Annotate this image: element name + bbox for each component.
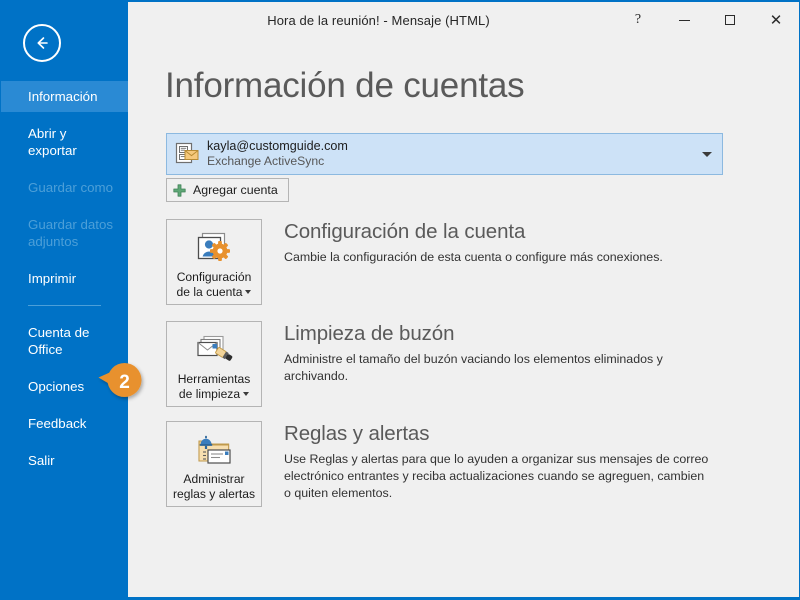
cleanup-tools-button-label: Herramientas de limpieza [167, 370, 261, 402]
help-button[interactable]: ? [615, 2, 661, 38]
minimize-button[interactable] [661, 2, 707, 38]
sidebar-separator [28, 305, 101, 306]
add-account-button[interactable]: Agregar cuenta [166, 178, 289, 202]
account-text: kayla@customguide.com Exchange ActiveSyn… [207, 139, 692, 170]
sidebar-item-cuenta-de-office[interactable]: Cuenta de Office [1, 317, 128, 365]
close-icon: ✕ [769, 10, 783, 29]
sidebar-item-label: Guardar datos adjuntos [28, 217, 114, 249]
sidebar-item-feedback[interactable]: Feedback [1, 408, 128, 439]
account-settings-heading: Configuración de la cuenta [284, 220, 526, 243]
back-arrow-icon [37, 37, 48, 49]
back-button[interactable] [23, 24, 61, 62]
window-controls: ? ✕ [615, 2, 799, 38]
rules-alerts-icon [195, 430, 233, 470]
cleanup-tools-button[interactable]: Herramientas de limpieza [166, 321, 262, 407]
account-dropdown-arrow[interactable] [692, 151, 722, 157]
account-type: Exchange ActiveSync [207, 154, 325, 169]
sidebar-item-label: Guardar como [28, 180, 113, 195]
sidebar-item-imprimir[interactable]: Imprimir [1, 263, 128, 294]
chevron-down-icon [245, 289, 252, 294]
account-settings-icon-glyph [197, 232, 230, 261]
account-selector[interactable]: kayla@customguide.com Exchange ActiveSyn… [166, 133, 723, 175]
maximize-icon [725, 15, 735, 25]
sidebar-item-label: Información [28, 89, 98, 104]
sidebar-item-informacion[interactable]: Información [1, 81, 128, 112]
account-email: kayla@customguide.com [207, 138, 348, 153]
feature-mailbox-cleanup: Herramientas de limpieza Limpieza de buz… [166, 321, 769, 407]
add-account-label: Agregar cuenta [193, 183, 278, 197]
backstage-sidebar: Información Abrir y exportar Guardar com… [1, 2, 128, 597]
account-settings-icon [196, 228, 232, 268]
account-mail-icon-glyph [175, 142, 199, 164]
rules-alerts-text: Reglas y alertas Use Reglas y alertas pa… [262, 421, 714, 502]
mailbox-cleanup-icon [195, 330, 233, 370]
account-settings-text: Configuración de la cuenta Cambie la con… [262, 219, 663, 266]
account-settings-button-label: Configuración de la cuenta [167, 268, 261, 300]
chevron-down-icon [243, 391, 250, 396]
sidebar-item-guardar-como: Guardar como [1, 172, 128, 203]
title-bar: Hora de la reunión! - Mensaje (HTML) ? ✕ [128, 2, 799, 38]
sidebar-item-label: Abrir y exportar [28, 126, 77, 158]
manage-rules-alerts-button[interactable]: Administrar reglas y alertas [166, 421, 262, 507]
account-mail-icon [167, 141, 207, 167]
backstage-content: Información de cuentas kayla@customguide… [128, 38, 799, 597]
minimize-icon [678, 19, 690, 21]
cleanup-tools-button-text: Herramientas de limpieza [177, 372, 251, 401]
sidebar-item-label: Cuenta de Office [28, 325, 90, 357]
outlook-backstage-window: Hora de la reunión! - Mensaje (HTML) ? ✕ [0, 0, 800, 600]
manage-rules-alerts-button-label: Administrar reglas y alertas [172, 472, 255, 501]
feature-account-settings: Configuración de la cuenta Configuración… [166, 219, 769, 305]
chevron-down-icon [702, 151, 712, 157]
account-settings-button[interactable]: Configuración de la cuenta [166, 219, 262, 305]
sidebar-item-salir[interactable]: Salir [1, 445, 128, 476]
maximize-button[interactable] [707, 2, 753, 38]
close-button[interactable]: ✕ [753, 2, 799, 38]
account-settings-button-text: Configuración de la cuenta [176, 270, 252, 299]
question-mark-icon: ? [634, 12, 642, 27]
mailbox-cleanup-description: Administre el tamaño del buzón vaciando … [284, 352, 663, 383]
backstage-nav: Información Abrir y exportar Guardar com… [1, 81, 128, 476]
sidebar-item-opciones[interactable]: Opciones [1, 371, 128, 402]
sidebar-item-guardar-datos-adjuntos: Guardar datos adjuntos [1, 209, 128, 257]
sidebar-item-label: Feedback [28, 416, 87, 431]
sidebar-item-label: Imprimir [28, 271, 77, 286]
sidebar-item-abrir-y-exportar[interactable]: Abrir y exportar [1, 118, 128, 166]
account-settings-description: Cambie la configuración de esta cuenta o… [284, 250, 663, 264]
mailbox-cleanup-text: Limpieza de buzón Administre el tamaño d… [262, 321, 714, 385]
mailbox-cleanup-icon-glyph [197, 335, 233, 361]
page-title: Información de cuentas [165, 66, 525, 105]
mailbox-cleanup-heading: Limpieza de buzón [284, 322, 455, 345]
rules-alerts-heading: Reglas y alertas [284, 422, 430, 445]
sidebar-item-label: Salir [28, 453, 55, 468]
sidebar-item-label: Opciones [28, 379, 85, 394]
plus-icon [173, 183, 186, 197]
feature-rules-alerts: Administrar reglas y alertas Reglas y al… [166, 421, 769, 507]
rules-alerts-icon-glyph [198, 435, 231, 464]
rules-alerts-description: Use Reglas y alertas para que lo ayuden … [284, 452, 709, 500]
